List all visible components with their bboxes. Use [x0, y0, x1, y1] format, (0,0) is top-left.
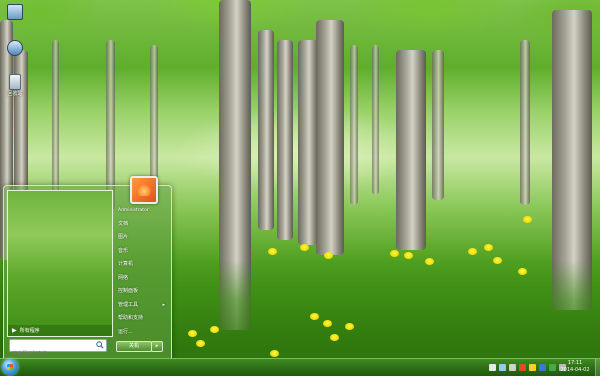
dandelion	[518, 268, 527, 275]
right-arrow-icon: ▶	[12, 327, 17, 334]
tree-trunk	[258, 30, 274, 230]
user-picture[interactable]	[130, 176, 158, 204]
tree-trunk	[298, 40, 318, 245]
tree-trunk	[372, 45, 379, 195]
dandelion	[323, 320, 332, 327]
desktop-icon-recycle-bin[interactable]: 回收站	[2, 74, 28, 97]
clock-time: 17:11	[567, 360, 583, 366]
network-icon	[7, 40, 23, 56]
dandelion	[188, 330, 197, 337]
start-search-box	[9, 339, 107, 359]
dandelion	[324, 252, 333, 259]
taskbar: 17:11 2014-04-02	[0, 358, 600, 376]
dandelion	[330, 334, 339, 341]
start-menu: ▶所有程序 Administrator 文档 图片 音乐 计算机 网络 控制面板…	[3, 176, 172, 359]
flag-icon[interactable]	[489, 363, 496, 371]
computer-icon	[7, 4, 23, 20]
network-icon[interactable]	[499, 363, 506, 371]
start-item-computer[interactable]: 计算机	[113, 258, 169, 272]
start-item-network[interactable]: 网络	[113, 272, 169, 286]
desktop-icon-network[interactable]	[2, 40, 28, 56]
search-icon[interactable]	[96, 341, 104, 349]
start-item-pictures[interactable]: 图片	[113, 231, 169, 245]
security-icon[interactable]	[519, 363, 526, 371]
start-button[interactable]	[2, 359, 18, 375]
start-item-documents[interactable]: 文档	[113, 218, 169, 232]
dandelion	[425, 258, 434, 265]
tree-trunk	[52, 40, 59, 200]
dandelion	[404, 252, 413, 259]
show-desktop-button[interactable]	[595, 359, 600, 376]
volume-icon[interactable]	[509, 363, 516, 371]
tree-trunk	[350, 45, 358, 205]
programs-pane-background	[8, 191, 112, 336]
app-icon-2[interactable]	[539, 363, 546, 371]
tree-trunk	[432, 50, 444, 200]
start-item-label: 管理工具	[118, 301, 139, 308]
dandelion	[484, 244, 493, 251]
shutdown-button[interactable]: 关机	[116, 341, 152, 352]
dandelion	[270, 350, 279, 357]
chevron-right-icon: ▸	[162, 301, 165, 308]
start-item-control-panel[interactable]: 控制面板	[113, 285, 169, 299]
dandelion	[468, 248, 477, 255]
taskbar-clock[interactable]: 17:11 2014-04-02	[555, 360, 595, 374]
start-item-run[interactable]: 运行...	[113, 326, 169, 340]
dandelion	[210, 326, 219, 333]
dandelion	[268, 248, 277, 255]
start-menu-places-pane: Administrator 文档 图片 音乐 计算机 网络 控制面板 管理工具 ▸…	[113, 204, 169, 339]
start-menu-programs-pane: ▶ 所有程序	[7, 190, 113, 337]
desktop-icon-computer[interactable]	[2, 4, 28, 20]
desktop-icon-label: 回收站	[7, 91, 23, 97]
all-programs-button[interactable]: ▶ 所有程序	[8, 325, 112, 336]
dandelion	[300, 244, 309, 251]
start-item-music[interactable]: 音乐	[113, 245, 169, 259]
dandelion	[390, 250, 399, 257]
tree-trunk	[316, 20, 344, 255]
dandelion	[345, 323, 354, 330]
tree-trunk	[150, 45, 158, 195]
shutdown-options-arrow[interactable]: ▸	[151, 341, 163, 352]
windows-logo-icon	[7, 364, 13, 370]
orange-leaf-avatar-icon	[137, 184, 151, 196]
app-icon-1[interactable]	[529, 363, 536, 371]
tree-trunk	[396, 50, 426, 250]
all-programs-label: 所有程序	[19, 328, 40, 334]
tree-trunk	[277, 40, 293, 240]
recycle-bin-icon	[9, 74, 21, 90]
start-item-admin-tools[interactable]: 管理工具 ▸	[113, 299, 169, 313]
start-item-user[interactable]: Administrator	[113, 204, 169, 218]
clock-date: 2014-04-02	[560, 367, 590, 373]
tree-trunk	[520, 40, 530, 205]
dandelion	[493, 257, 502, 264]
dandelion	[196, 340, 205, 347]
dandelion	[523, 216, 532, 223]
dandelion	[310, 313, 319, 320]
start-item-help[interactable]: 帮助和支持	[113, 312, 169, 326]
